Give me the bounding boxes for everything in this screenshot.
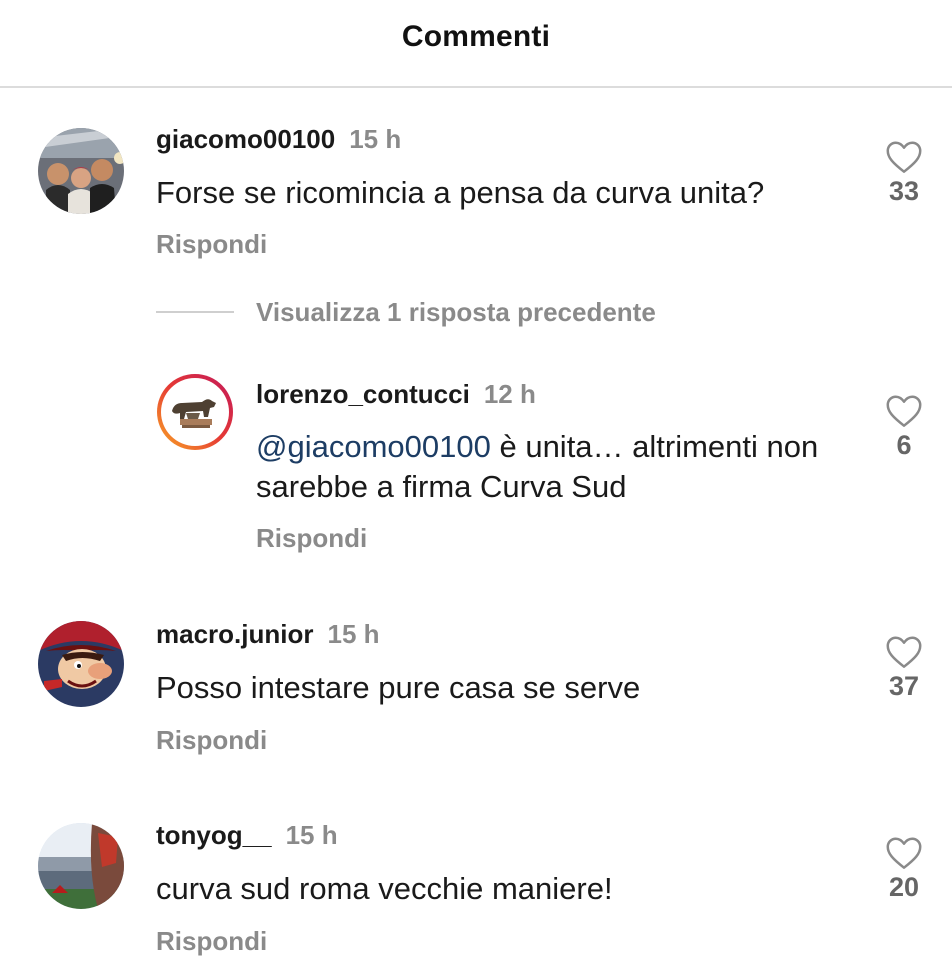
avatar-story-ring[interactable] [156,373,234,451]
view-replies-label[interactable]: Visualizza 1 risposta precedente [256,297,656,328]
username[interactable]: lorenzo_contucci [256,379,470,409]
reply-button[interactable]: Rispondi [156,229,267,260]
cartoon-character [38,621,124,707]
heart-icon[interactable] [885,635,923,669]
username[interactable]: tonyog__ [156,820,272,850]
comment-meta: tonyog__ 15 h [156,820,338,851]
reply-button[interactable]: Rispondi [256,523,367,554]
comment-meta: macro.junior 15 h [156,619,380,650]
reply-button[interactable]: Rispondi [156,926,267,957]
like-count: 6 [896,430,912,460]
timestamp: 15 h [285,820,338,850]
group-selfie-photo [38,128,124,214]
heart-icon[interactable] [885,394,923,428]
avatar[interactable] [38,621,124,707]
mention-link[interactable]: @giacomo00100 [256,429,491,464]
avatar[interactable] [38,128,124,214]
timestamp: 12 h [483,379,536,409]
view-previous-replies[interactable]: Visualizza 1 risposta precedente [156,290,656,334]
like-count: 20 [888,872,920,902]
stadium-photo [38,823,124,909]
heart-icon[interactable] [885,836,923,870]
heart-icon[interactable] [885,140,923,174]
comment-meta: lorenzo_contucci 12 h [256,379,536,410]
like-count: 37 [888,671,920,701]
timestamp: 15 h [327,619,380,649]
she-wolf-statue [157,374,233,450]
like-button[interactable]: 33 [874,140,934,207]
divider [156,311,234,313]
comment-text: @giacomo00100 è unita… altrimenti non sa… [256,427,866,507]
comment-text: Forse se ricomincia a pensa da curva uni… [156,175,765,210]
timestamp: 15 h [349,124,402,154]
username[interactable]: macro.junior [156,619,313,649]
page-title: Commenti [401,20,551,53]
reply-button[interactable]: Rispondi [156,725,267,756]
comment-meta: giacomo00100 15 h [156,124,401,155]
comment-text-line2: sarebbe a firma Curva Sud [256,469,627,504]
like-button[interactable]: 37 [874,635,934,702]
comment-text: curva sud roma vecchie maniere! [156,871,613,906]
username[interactable]: giacomo00100 [156,124,335,154]
like-button[interactable]: 6 [874,394,934,461]
avatar[interactable] [38,823,124,909]
comments-header: Commenti [0,0,952,88]
comment-text-line1: è unita… altrimenti non [490,429,819,464]
like-count: 33 [888,176,920,206]
comment-text: Posso intestare pure casa se serve [156,670,641,705]
like-button[interactable]: 20 [874,836,934,903]
